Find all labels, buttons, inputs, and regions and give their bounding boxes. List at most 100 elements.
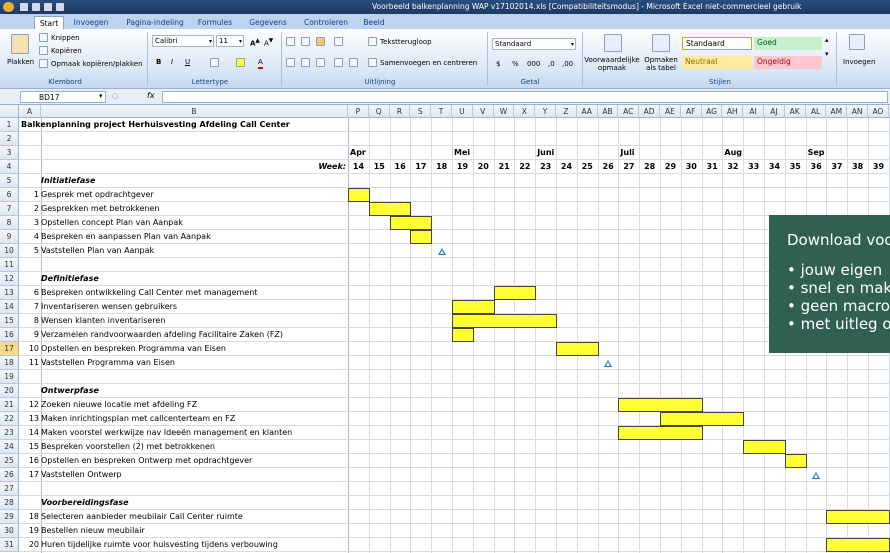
row-header[interactable]: 10 [0,244,19,258]
column-header[interactable]: AG [702,105,723,118]
row-header[interactable]: 30 [0,524,19,538]
currency-icon[interactable]: $ [496,59,500,69]
redo-icon[interactable] [56,3,64,11]
column-header[interactable]: AO [868,105,889,118]
row-header[interactable]: 6 [0,188,19,202]
decrease-decimal-icon[interactable]: ,00 [562,59,573,69]
column-header[interactable]: V [473,105,494,118]
tab-formules[interactable]: Formules [194,16,236,29]
align-top-icon[interactable] [286,37,295,46]
copy-button[interactable]: Kopiëren [51,46,82,56]
row-header[interactable]: 5 [0,174,19,188]
column-header[interactable]: AH [722,105,744,118]
row-header[interactable]: 17 [0,342,19,356]
orientation-icon[interactable] [334,37,343,46]
column-header[interactable]: U [452,105,473,118]
align-left-icon[interactable] [286,58,295,67]
row-header[interactable]: 22 [0,412,19,426]
grow-font-icon[interactable]: A▲ [250,36,260,48]
bold-icon[interactable]: B [156,57,161,67]
office-button-icon[interactable] [3,2,14,12]
column-header[interactable]: AM [826,105,848,118]
insert-cells-button[interactable]: Invoegen [843,57,875,67]
style-standaard[interactable]: Standaard [682,37,752,50]
increase-indent-icon[interactable] [349,58,358,67]
undo-icon[interactable] [44,3,52,11]
border-icon[interactable] [210,58,219,67]
column-header[interactable]: R [390,105,411,118]
tab-controleren[interactable]: Controleren [298,16,354,29]
column-header[interactable]: X [514,105,536,118]
style-goed[interactable]: Goed [754,37,822,50]
cut-button[interactable]: Knippen [51,33,80,43]
increase-decimal-icon[interactable]: ,0 [548,59,555,69]
font-size-select[interactable]: 11 ▾ [216,35,244,47]
column-header[interactable]: S [410,105,432,118]
column-header[interactable]: AB [598,105,619,118]
column-header[interactable]: AN [847,105,868,118]
row-header[interactable]: 29 [0,510,19,524]
column-header[interactable]: A [19,105,41,118]
chevron-down-icon[interactable]: ▾ [99,91,103,101]
format-table-button[interactable]: Opmaken als tabel [642,56,680,72]
column-header[interactable]: AF [681,105,702,118]
column-header[interactable]: T [431,105,452,118]
row-header[interactable]: 1 [0,118,19,132]
select-all-corner[interactable] [0,105,19,118]
row-header[interactable]: 15 [0,314,19,328]
column-header[interactable]: AE [660,105,681,118]
style-neutraal[interactable]: Neutraal [682,56,752,69]
name-box[interactable]: BD17 [20,91,106,103]
conditional-format-button[interactable]: Voorwaardelijke opmaak [584,56,640,72]
tab-invoegen[interactable]: Invoegen [68,16,114,29]
align-middle-icon[interactable] [301,37,310,46]
row-header[interactable]: 26 [0,468,19,482]
fill-color-icon[interactable] [236,58,245,67]
styles-scroll-down-icon[interactable]: ▾ [825,49,829,59]
tab-gegevens[interactable]: Gegevens [244,16,292,29]
row-header[interactable]: 2 [0,132,19,146]
save-icon[interactable] [32,3,40,11]
row-header[interactable]: 19 [0,370,19,384]
percent-icon[interactable]: % [512,59,519,69]
font-name-select[interactable]: Calibri ▾ [152,35,214,47]
tab-beeld[interactable]: Beeld [358,16,390,29]
row-header[interactable]: 8 [0,216,19,230]
column-header[interactable]: AA [577,105,598,118]
download-promo-panel[interactable]: Download voo • jouw eigen • snel en mak … [769,215,890,353]
underline-icon[interactable]: U [185,57,190,67]
shrink-font-icon[interactable]: A▼ [264,36,273,48]
row-header[interactable]: 25 [0,454,19,468]
worksheet-grid[interactable]: 1 2 3 4 5 6 7 8 9 10 11 12 13 14 15 16 17 18 19 20 21 22 23 24 2… [0,118,890,553]
column-header[interactable]: B [41,105,348,118]
column-header[interactable]: P [348,105,369,118]
font-color-icon[interactable]: A [258,57,263,69]
row-header[interactable]: 28 [0,496,19,510]
italic-icon[interactable]: I [171,57,173,67]
row-header[interactable]: 16 [0,328,19,342]
paste-button[interactable]: Plakken [7,57,34,67]
row-header[interactable]: 27 [0,482,19,496]
align-right-icon[interactable] [316,58,325,67]
styles-scroll-up-icon[interactable]: ▴ [825,35,829,45]
merge-center-button[interactable]: Samenvoegen en centreren [380,58,477,68]
row-header[interactable]: 14 [0,300,19,314]
column-header[interactable]: AD [639,105,660,118]
row-header[interactable]: 24 [0,440,19,454]
row-header[interactable]: 13 [0,286,19,300]
number-format-select[interactable]: Standaard ▾ [492,38,576,50]
row-header[interactable]: 9 [0,230,19,244]
row-header[interactable]: 12 [0,272,19,286]
column-header[interactable]: AL [806,105,827,118]
style-ongeldig[interactable]: Ongeldig [754,56,822,69]
paste-icon[interactable] [11,34,29,54]
row-header[interactable]: 3 [0,146,19,160]
tab-pagina-indeling[interactable]: Pagina-indeling [120,16,190,29]
format-painter-button[interactable]: Opmaak kopiëren/plakken [51,59,143,69]
column-header[interactable]: AJ [764,105,785,118]
column-header[interactable]: AI [743,105,764,118]
column-header[interactable]: Q [369,105,390,118]
column-header[interactable]: W [494,105,515,118]
row-header[interactable]: 20 [0,384,19,398]
column-header[interactable]: AC [618,105,640,118]
